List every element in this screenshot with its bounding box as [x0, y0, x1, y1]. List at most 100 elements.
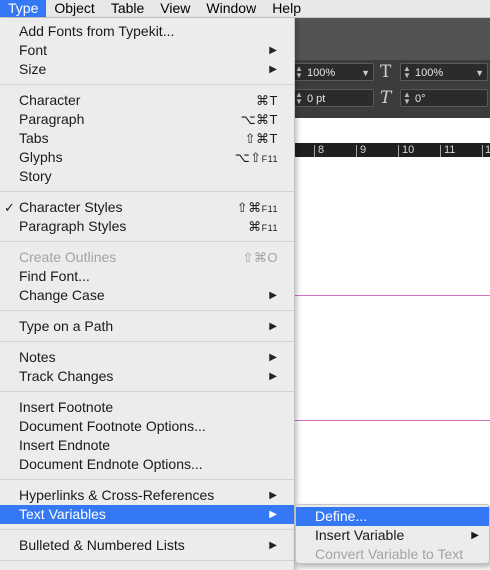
- shortcut: ⇧⌘F11: [237, 198, 278, 219]
- vertical-scale-field[interactable]: ▲ ▼ 100% ▼: [292, 63, 374, 81]
- submenu-arrow-icon: ▶: [269, 509, 277, 520]
- skew-icon: T: [380, 88, 392, 108]
- menu-item-type-on-path[interactable]: Type on a Path ▶: [0, 317, 294, 336]
- menu-item-character[interactable]: Character ⌘T: [0, 91, 294, 110]
- menu-item-change-case[interactable]: Change Case ▶: [0, 286, 294, 305]
- shortcut-modifiers: ⇧⌘: [236, 200, 262, 215]
- margin-guide: [295, 420, 490, 421]
- menu-bar: Type Object Table View Window Help: [0, 0, 490, 18]
- menu-item-label: Create Outlines: [19, 249, 117, 265]
- menu-item-label: Size: [19, 61, 47, 77]
- menu-item-notes[interactable]: Notes ▶: [0, 348, 294, 367]
- menu-item-label: Track Changes: [19, 368, 114, 384]
- menu-item-label: Paragraph: [19, 111, 85, 127]
- shortcut: ⌥⇧F11: [235, 148, 278, 169]
- menu-item-label: Bulleted & Numbered Lists: [19, 537, 185, 553]
- chevron-down-icon[interactable]: ▼: [361, 64, 370, 82]
- horizontal-scale-field[interactable]: ▲ ▼ 100% ▼: [400, 63, 488, 81]
- menu-item-paragraph[interactable]: Paragraph ⌥⌘T: [0, 110, 294, 129]
- menu-item-label: Character Styles: [19, 199, 123, 215]
- menu-item-insert-endnote[interactable]: Insert Endnote: [0, 436, 294, 455]
- menu-window[interactable]: Window: [198, 0, 264, 17]
- menu-table[interactable]: Table: [103, 0, 152, 17]
- menu-item-label: Document Footnote Options...: [19, 418, 206, 434]
- submenu-arrow-icon: ▶: [269, 290, 277, 301]
- menu-item-label: Character: [19, 92, 81, 108]
- menu-item-document-endnote-options[interactable]: Document Endnote Options...: [0, 455, 294, 474]
- menu-item-label: Document Endnote Options...: [19, 456, 203, 472]
- menu-object[interactable]: Object: [46, 0, 102, 17]
- menu-type[interactable]: Type: [0, 0, 47, 17]
- menu-item-label: Find Font...: [19, 268, 90, 284]
- menu-separator: [0, 341, 294, 342]
- submenu-arrow-icon: ▶: [269, 352, 277, 363]
- menu-item-label: Tabs: [19, 130, 49, 146]
- submenu-item-insert-variable[interactable]: Insert Variable ▶: [296, 526, 489, 545]
- menu-item-glyphs[interactable]: Glyphs ⌥⇧F11: [0, 148, 294, 167]
- baseline-shift-value: 0 pt: [307, 93, 326, 105]
- menu-item-label: Font: [19, 42, 48, 58]
- submenu-arrow-icon: ▶: [269, 64, 277, 75]
- menu-separator: [0, 241, 294, 242]
- menu-item-label: Convert Variable to Text: [315, 546, 464, 562]
- menu-item-label: Insert Footnote: [19, 399, 114, 415]
- ruler-tick: [440, 145, 441, 157]
- submenu-arrow-icon: ▶: [471, 530, 479, 541]
- shortcut: ⌥⌘T: [240, 112, 278, 127]
- submenu-arrow-icon: ▶: [269, 321, 277, 332]
- menu-item-label: Paragraph Styles: [19, 218, 127, 234]
- menu-item-find-font[interactable]: Find Font...: [0, 267, 294, 286]
- menu-separator: [0, 479, 294, 480]
- menu-view[interactable]: View: [152, 0, 198, 17]
- ruler-label: 1: [485, 144, 490, 156]
- menu-item-document-footnote-options[interactable]: Document Footnote Options...: [0, 417, 294, 436]
- submenu-item-convert-variable: Convert Variable to Text: [296, 545, 489, 564]
- stepper-icon[interactable]: ▲ ▼: [295, 65, 303, 80]
- menu-item-hyperlinks[interactable]: Hyperlinks & Cross-References ▶: [0, 486, 294, 505]
- ruler-label: 10: [402, 144, 415, 156]
- menu-item-track-changes[interactable]: Track Changes ▶: [0, 367, 294, 386]
- horizontal-scale-icon: T: [380, 62, 392, 82]
- shortcut-key: F11: [261, 223, 278, 233]
- submenu-arrow-icon: ▶: [269, 490, 277, 501]
- menu-item-story[interactable]: Story: [0, 167, 294, 186]
- menu-help[interactable]: Help: [264, 0, 309, 17]
- stepper-icon[interactable]: ▲ ▼: [403, 91, 411, 106]
- menu-item-create-outlines: Create Outlines ⇧⌘O: [0, 248, 294, 267]
- menu-item-label: Type on a Path: [19, 318, 114, 334]
- menu-item-text-variables[interactable]: Text Variables ▶: [0, 505, 294, 524]
- menu-item-font[interactable]: Font ▶: [0, 41, 294, 60]
- ruler-tick: [314, 145, 315, 157]
- menu-item-size[interactable]: Size ▶: [0, 60, 294, 79]
- skew-field[interactable]: ▲ ▼ 0°: [400, 89, 488, 107]
- shortcut: ⌘F11: [248, 217, 278, 238]
- menu-item-label: Hyperlinks & Cross-References: [19, 487, 215, 503]
- menu-item-label: Text Variables: [19, 506, 106, 522]
- ruler-tick: [356, 145, 357, 157]
- menu-item-tabs[interactable]: Tabs ⇧⌘T: [0, 129, 294, 148]
- vertical-scale-value: 100%: [307, 67, 336, 79]
- menu-item-character-styles[interactable]: ✓ Character Styles ⇧⌘F11: [0, 198, 294, 217]
- checkmark-icon: ✓: [4, 200, 15, 215]
- horizontal-scale-value: 100%: [415, 67, 444, 79]
- submenu-arrow-icon: ▶: [269, 45, 277, 56]
- submenu-item-define[interactable]: Define...: [296, 507, 489, 526]
- chevron-down-icon[interactable]: ▼: [475, 64, 484, 82]
- type-menu: Add Fonts from Typekit... Font ▶ Size ▶ Ch…: [0, 18, 295, 570]
- menu-item-insert-footnote[interactable]: Insert Footnote: [0, 398, 294, 417]
- ruler-tick: [398, 145, 399, 157]
- stepper-icon[interactable]: ▲ ▼: [403, 65, 411, 80]
- shortcut-modifiers: ⌘: [248, 219, 262, 234]
- menu-item-label: Glyphs: [19, 149, 63, 165]
- submenu-arrow-icon: ▶: [269, 371, 277, 382]
- menu-item-label: Define...: [315, 508, 368, 524]
- text-variables-submenu: Define... Insert Variable ▶ Convert Varia…: [295, 504, 490, 564]
- baseline-shift-field[interactable]: ▲ ▼ 0 pt: [292, 89, 374, 107]
- menu-item-add-fonts[interactable]: Add Fonts from Typekit...: [0, 22, 294, 41]
- menu-item-bulleted-numbered-lists[interactable]: Bulleted & Numbered Lists ▶: [0, 536, 294, 555]
- skew-value: 0°: [415, 93, 426, 105]
- stepper-icon[interactable]: ▲ ▼: [295, 91, 303, 106]
- menu-item-label: Insert Variable: [315, 527, 405, 543]
- menu-item-paragraph-styles[interactable]: Paragraph Styles ⌘F11: [0, 217, 294, 236]
- menu-item-label: Insert Endnote: [19, 437, 111, 453]
